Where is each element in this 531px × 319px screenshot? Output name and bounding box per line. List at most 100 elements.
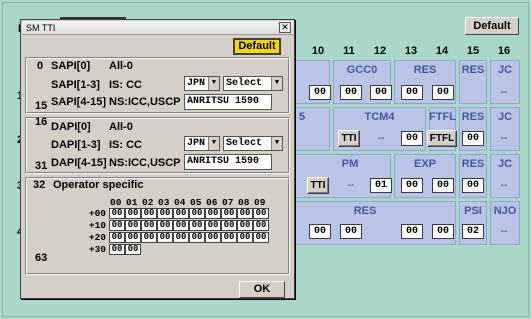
operator-hex-cell[interactable]: 00 xyxy=(141,232,157,243)
row2-value[interactable]: 00 xyxy=(462,131,484,146)
row3-value[interactable]: 01 xyxy=(370,178,392,193)
operator-hex-cell[interactable]: 00 xyxy=(237,220,253,231)
dapi0-value: All-0 xyxy=(109,121,133,133)
row2-dash: -- xyxy=(377,133,385,144)
row3-label-jc: JC xyxy=(497,158,513,170)
operator-hex-cell[interactable]: 00 xyxy=(109,208,125,219)
operator-column-header: 05 xyxy=(190,197,202,208)
dapi13-label: DAPI[1-3] xyxy=(51,139,101,151)
row4-value[interactable]: 00 xyxy=(401,224,423,239)
sapi-index-15: 15 xyxy=(35,100,48,112)
dapi-index-31: 31 xyxy=(35,160,48,172)
row2-value[interactable]: 00 xyxy=(401,131,423,146)
operator-hex-cell[interactable]: 00 xyxy=(125,208,141,219)
sapi0-value: All-0 xyxy=(109,60,133,72)
row3-value[interactable]: 00 xyxy=(432,178,454,193)
operator-hex-cell[interactable]: 00 xyxy=(205,208,221,219)
operator-hex-cell[interactable]: 00 xyxy=(205,220,221,231)
sapi-select-dropdown[interactable]: Select ▼ xyxy=(223,76,283,91)
sapi-index-0: 0 xyxy=(37,60,44,72)
operator-hex-cell[interactable]: 00 xyxy=(253,220,269,231)
row3-label-exp: EXP xyxy=(413,158,436,170)
row2-label-res: RES xyxy=(461,111,485,123)
operator-title: Operator specific xyxy=(53,179,144,191)
operator-hex-cell[interactable]: 00 xyxy=(157,220,173,231)
operator-hex-cell[interactable]: 00 xyxy=(125,232,141,243)
row1-value[interactable]: 00 xyxy=(432,85,454,100)
sapi-country-select[interactable]: JPN ▼ xyxy=(184,76,220,91)
row1-label-res2: RES xyxy=(461,64,485,76)
row2-tti-button[interactable]: TTI xyxy=(338,130,360,147)
dialog-title: SM TTI xyxy=(26,23,56,33)
sm-tti-dialog: SM TTI ✕ Default 0 SAPI[0] All-0 SAPI[1-… xyxy=(20,19,295,299)
operator-hex-cell[interactable]: 00 xyxy=(221,232,237,243)
dapi-select-dropdown[interactable]: Select ▼ xyxy=(223,136,283,151)
operator-hex-cell[interactable]: 00 xyxy=(221,208,237,219)
ok-button[interactable]: OK xyxy=(239,281,285,298)
operator-hex-cell[interactable]: 00 xyxy=(125,220,141,231)
dapi-country-select[interactable]: JPN ▼ xyxy=(184,136,220,151)
operator-hex-cell[interactable]: 00 xyxy=(205,232,221,243)
operator-index-32: 32 xyxy=(33,179,46,191)
row4-value[interactable]: 00 xyxy=(309,224,331,239)
operator-row-label: +10 xyxy=(88,220,106,231)
dapi-text-input[interactable]: ANRITSU 1590 xyxy=(184,154,272,170)
close-icon[interactable]: ✕ xyxy=(279,22,291,33)
dapi0-label: DAPI[0] xyxy=(51,121,91,133)
operator-column-header: 07 xyxy=(222,197,234,208)
chevron-down-icon: ▼ xyxy=(208,137,219,150)
operator-hex-cell[interactable]: 00 xyxy=(173,232,189,243)
operator-hex-cell[interactable]: 00 xyxy=(189,220,205,231)
operator-hex-cell[interactable]: 00 xyxy=(173,208,189,219)
operator-hex-cell[interactable]: 00 xyxy=(141,208,157,219)
sapi415-value: NS:ICC,USCP xyxy=(109,96,181,108)
row4-value[interactable]: 00 xyxy=(340,224,362,239)
sapi-country-value: JPN xyxy=(187,78,206,89)
operator-row-label: +30 xyxy=(88,244,106,255)
operator-hex-cell[interactable]: 00 xyxy=(109,220,125,231)
row4-value[interactable]: 02 xyxy=(462,224,484,239)
column-number: 10 xyxy=(311,45,325,57)
operator-column-header: 03 xyxy=(158,197,170,208)
operator-hex-cell[interactable]: 00 xyxy=(157,208,173,219)
row3-tti-button[interactable]: TTI xyxy=(307,177,329,194)
dapi415-value: NS:ICC,USCP xyxy=(109,157,181,169)
operator-row-label: +20 xyxy=(88,232,106,243)
operator-hex-cell[interactable]: 00 xyxy=(125,244,141,255)
row1-value[interactable]: 00 xyxy=(309,85,331,100)
dapi-index-16: 16 xyxy=(35,116,48,128)
row1-value[interactable]: 00 xyxy=(370,85,392,100)
row3-value[interactable]: 00 xyxy=(401,178,423,193)
operator-hex-cell[interactable]: 00 xyxy=(237,208,253,219)
row4-value[interactable]: 00 xyxy=(432,224,454,239)
row1-value[interactable]: 00 xyxy=(340,85,362,100)
operator-hex-cell[interactable]: 00 xyxy=(141,220,157,231)
dialog-default-button[interactable]: Default xyxy=(233,38,281,55)
row1-dash: -- xyxy=(500,87,508,98)
row1-value[interactable]: 00 xyxy=(401,85,423,100)
row2-label-jc: JC xyxy=(497,111,513,123)
operator-column-header: 08 xyxy=(238,197,250,208)
operator-hex-cell[interactable]: 00 xyxy=(189,232,205,243)
operator-column-header: 06 xyxy=(206,197,218,208)
operator-hex-cell[interactable]: 00 xyxy=(173,220,189,231)
operator-hex-cell[interactable]: 00 xyxy=(109,244,125,255)
operator-column-header: 00 xyxy=(110,197,122,208)
operator-column-header: 01 xyxy=(126,197,138,208)
dapi13-value: IS: CC xyxy=(109,139,142,151)
sapi13-label: SAPI[1-3] xyxy=(51,79,100,91)
operator-hex-cell[interactable]: 00 xyxy=(253,232,269,243)
operator-hex-cell[interactable]: 00 xyxy=(253,208,269,219)
operator-column-header: 04 xyxy=(174,197,186,208)
operator-hex-cell[interactable]: 00 xyxy=(221,220,237,231)
sapi13-value: IS: CC xyxy=(109,79,142,91)
operator-hex-cell[interactable]: 00 xyxy=(189,208,205,219)
chevron-down-icon: ▼ xyxy=(271,137,282,150)
operator-hex-cell[interactable]: 00 xyxy=(109,232,125,243)
row3-value[interactable]: 00 xyxy=(462,178,484,193)
sapi-text-input[interactable]: ANRITSU 1590 xyxy=(184,94,272,110)
operator-hex-cell[interactable]: 00 xyxy=(237,232,253,243)
background-default-button[interactable]: Default xyxy=(465,17,519,35)
operator-hex-cell[interactable]: 00 xyxy=(157,232,173,243)
row2-ftfl-button[interactable]: FTFL xyxy=(427,130,457,147)
